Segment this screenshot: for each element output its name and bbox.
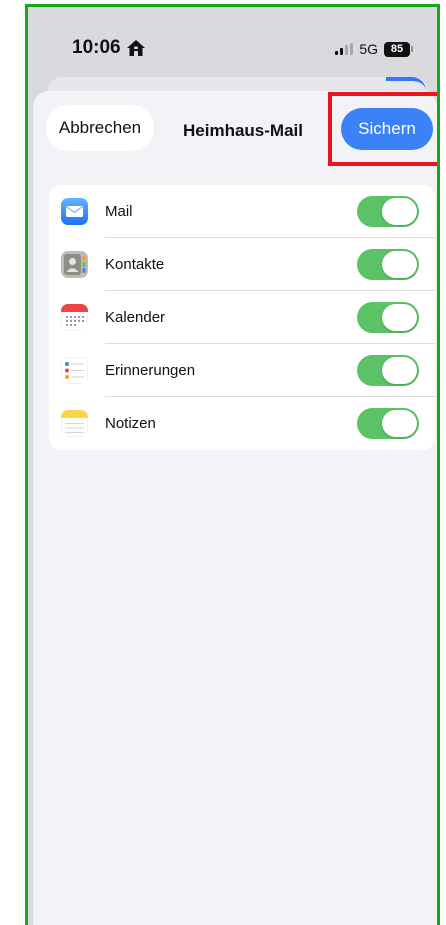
toggle-knob — [382, 251, 417, 278]
service-label: Erinnerungen — [105, 362, 196, 379]
toggle-knob — [382, 304, 417, 331]
status-indicators: 5G 85 — [335, 41, 413, 57]
mail-toggle[interactable] — [357, 196, 419, 227]
time-text: 10:06 — [72, 37, 121, 58]
battery-level: 85 — [384, 41, 410, 57]
service-label: Mail — [105, 203, 133, 220]
cancel-button[interactable]: Abbrechen — [46, 105, 154, 151]
service-label: Notizen — [105, 415, 156, 432]
sheet-title: Heimhaus-Mail — [183, 121, 303, 140]
service-row-contacts: Kontakte — [49, 238, 435, 291]
service-label: Kalender — [105, 309, 166, 326]
reminders-toggle[interactable] — [357, 355, 419, 386]
service-row-calendar: Kalender — [49, 291, 435, 344]
network-label: 5G — [359, 41, 378, 57]
calendar-icon — [61, 304, 88, 331]
status-bar: 10:06 5G 85 — [28, 7, 437, 87]
service-row-mail: Mail — [49, 185, 435, 238]
battery-icon: 85 — [384, 41, 413, 57]
status-time: 10:06 — [72, 37, 146, 59]
notes-toggle[interactable] — [357, 408, 419, 439]
toggle-knob — [382, 357, 417, 384]
service-row-reminders: Erinnerungen — [49, 344, 435, 397]
save-button[interactable]: Sichern — [341, 108, 433, 150]
account-sheet: Abbrechen Heimhaus-Mail Sichern Mail Kon… — [33, 91, 437, 925]
device-screen: 10:06 5G 85 Abbrechen Heimhaus-Mail Sich… — [25, 4, 440, 925]
service-row-notes: Notizen — [49, 397, 435, 450]
signal-icon — [335, 43, 354, 55]
contacts-toggle[interactable] — [357, 249, 419, 280]
contacts-icon — [61, 251, 88, 278]
sheet-nav-bar: Abbrechen Heimhaus-Mail Sichern — [33, 91, 437, 171]
reminders-icon — [61, 357, 88, 384]
services-list: Mail Kontakte Kalender Erinnerungen Noti… — [49, 185, 435, 450]
toggle-knob — [382, 410, 417, 437]
toggle-knob — [382, 198, 417, 225]
notes-icon — [61, 410, 88, 437]
service-label: Kontakte — [105, 256, 165, 273]
calendar-toggle[interactable] — [357, 302, 419, 333]
mail-icon — [61, 198, 88, 225]
home-icon — [126, 40, 145, 56]
